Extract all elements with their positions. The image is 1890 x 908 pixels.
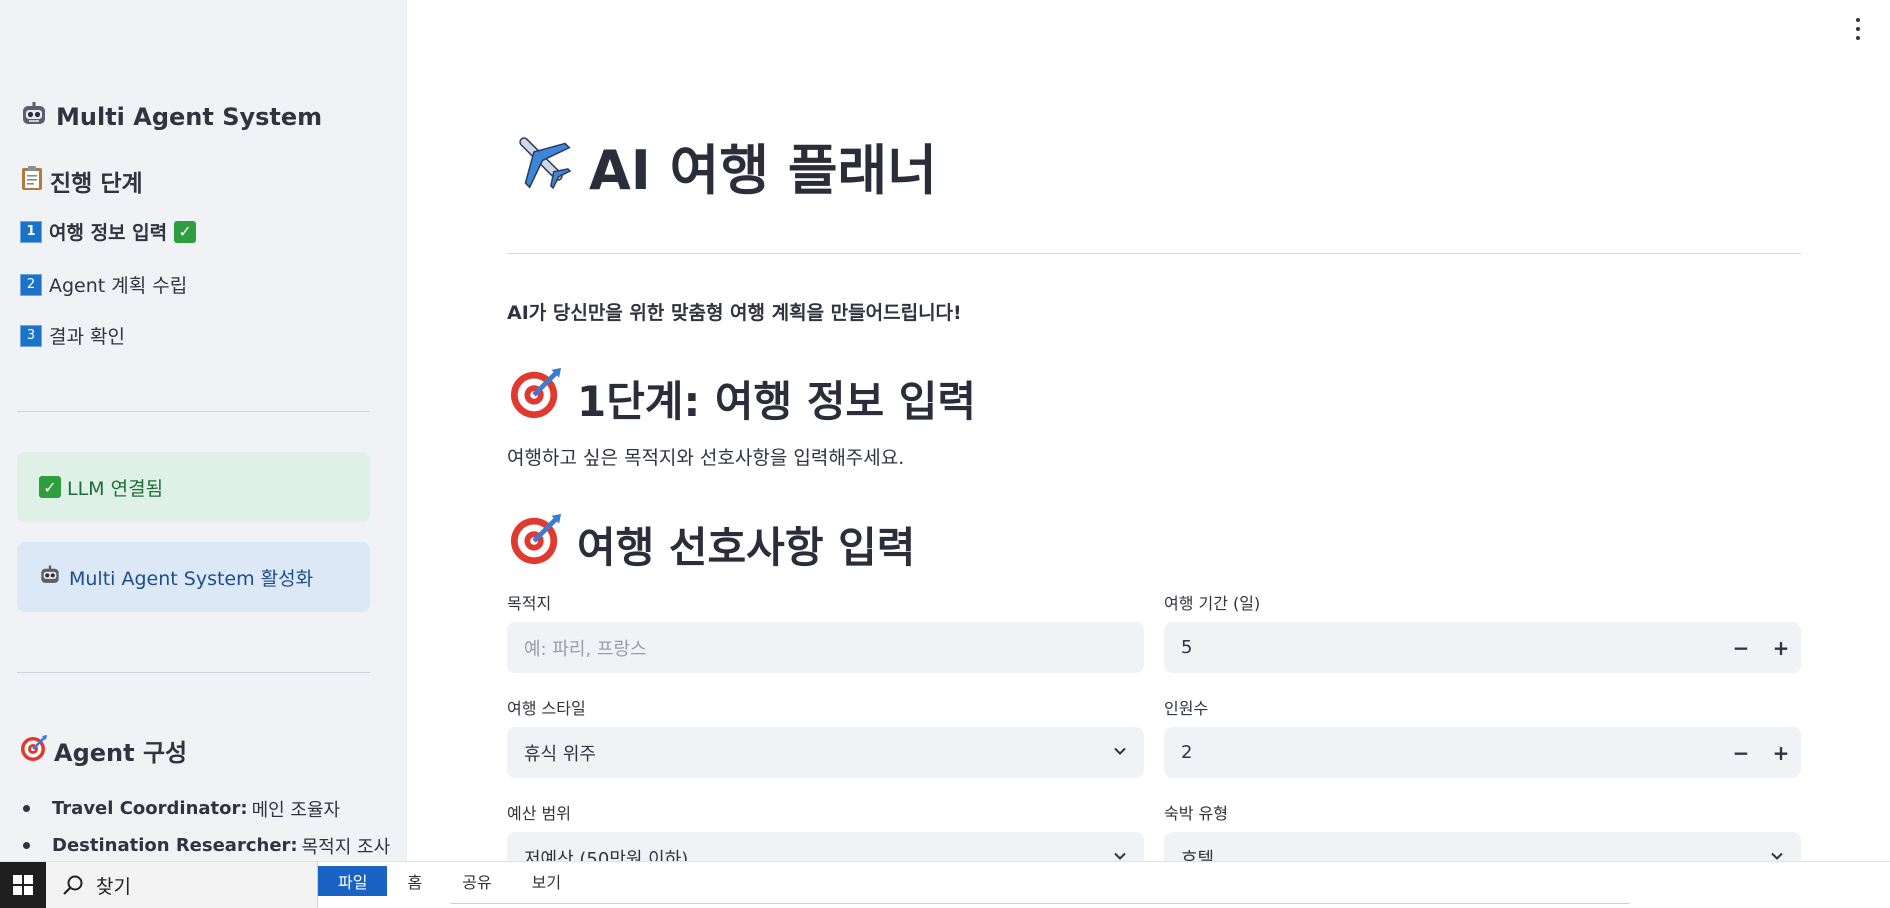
budget-label: 예산 범위 — [507, 804, 571, 823]
ribbon-tab-view[interactable]: 보기 — [512, 866, 581, 896]
windows-logo-icon — [13, 875, 33, 895]
duration-number-input[interactable]: 5 − + — [1164, 622, 1801, 673]
sidebar-app-title: Multi Agent System — [20, 100, 322, 134]
minus-button[interactable]: − — [1721, 622, 1761, 673]
sidebar-divider — [17, 672, 370, 673]
people-number-input[interactable]: 2 − + — [1164, 727, 1801, 778]
list-item: Travel Coordinator: 메인 조율자 — [17, 790, 390, 827]
target-icon — [20, 734, 48, 768]
ribbon-tab-share[interactable]: 공유 — [442, 866, 511, 896]
llm-status-alert: ✓ LLM 연결됨 — [17, 452, 370, 522]
dot — [1856, 18, 1860, 22]
step-item-3: 3 결과 확인 — [20, 322, 125, 349]
destination-label: 목적지 — [507, 594, 552, 613]
dot — [1856, 27, 1860, 31]
keycap-1-icon: 1 — [20, 220, 42, 243]
robot-icon — [39, 564, 61, 591]
list-item: Destination Researcher: 목적지 조사 — [17, 827, 390, 864]
ribbon-tab-home[interactable]: 홈 — [387, 866, 442, 896]
chevron-down-icon — [1114, 747, 1126, 755]
check-mark-icon: ✓ — [174, 220, 197, 243]
title-divider — [507, 253, 1801, 254]
target-icon — [509, 366, 563, 430]
step-item-2: 2 Agent 계획 수립 — [20, 271, 187, 298]
sidebar-divider — [17, 411, 370, 412]
steps-title: 진행 단계 — [20, 164, 143, 198]
plus-button[interactable]: + — [1761, 727, 1801, 778]
intro-text: AI가 당신만을 위한 맞춤형 여행 계획을 만들어드립니다! — [507, 302, 962, 324]
page-title: AI 여행 플래너 — [509, 126, 937, 205]
minus-button[interactable]: − — [1721, 727, 1761, 778]
destination-input[interactable]: 예: 파리, 프랑스 — [507, 622, 1144, 673]
keycap-3-icon: 3 — [20, 324, 42, 347]
search-icon — [63, 875, 83, 895]
agent-list: Travel Coordinator: 메인 조율자 Destination R… — [17, 790, 390, 864]
start-button[interactable] — [0, 862, 46, 908]
airplane-icon — [509, 127, 573, 204]
taskbar: 찾기 파일 홈 공유 보기 — [0, 861, 1890, 908]
step-description: 여행하고 싶은 목적지와 선호사항을 입력해주세요. — [507, 447, 905, 469]
plus-button[interactable]: + — [1761, 622, 1801, 673]
duration-label: 여행 기간 (일) — [1164, 594, 1261, 613]
explorer-ribbon: 파일 홈 공유 보기 — [318, 862, 581, 908]
sidebar: Multi Agent System 진행 단계 1 여행 정보 입력 ✓ 2 … — [0, 0, 407, 907]
step-item-1: 1 여행 정보 입력 ✓ — [20, 218, 197, 245]
main-area: AI 여행 플래너 AI가 당신만을 위한 맞춤형 여행 계획을 만들어드립니다… — [407, 0, 1890, 907]
agents-title: Agent 구성 — [20, 733, 187, 768]
preferences-heading: 여행 선호사항 입력 — [509, 512, 915, 576]
keycap-2-icon: 2 — [20, 273, 42, 296]
ribbon-divider — [450, 903, 1630, 904]
ribbon-tab-file[interactable]: 파일 — [318, 866, 388, 896]
mas-status-alert: Multi Agent System 활성화 — [17, 542, 370, 612]
target-icon — [509, 512, 563, 576]
main-menu-button[interactable] — [1854, 18, 1862, 40]
duration-stepper: − + — [1721, 622, 1801, 673]
style-label: 여행 스타일 — [507, 699, 586, 718]
people-stepper: − + — [1721, 727, 1801, 778]
style-select[interactable]: 휴식 위주 — [507, 727, 1144, 778]
bullet — [23, 842, 30, 849]
dot — [1856, 36, 1860, 40]
people-label: 인원수 — [1164, 699, 1209, 718]
taskbar-search[interactable]: 찾기 — [46, 862, 318, 908]
step-heading: 1단계: 여행 정보 입력 — [509, 366, 976, 430]
check-mark-icon: ✓ — [39, 476, 61, 498]
robot-icon — [20, 100, 48, 134]
bullet — [23, 805, 30, 812]
clipboard-icon — [20, 165, 44, 197]
lodging-label: 숙박 유형 — [1164, 804, 1228, 823]
